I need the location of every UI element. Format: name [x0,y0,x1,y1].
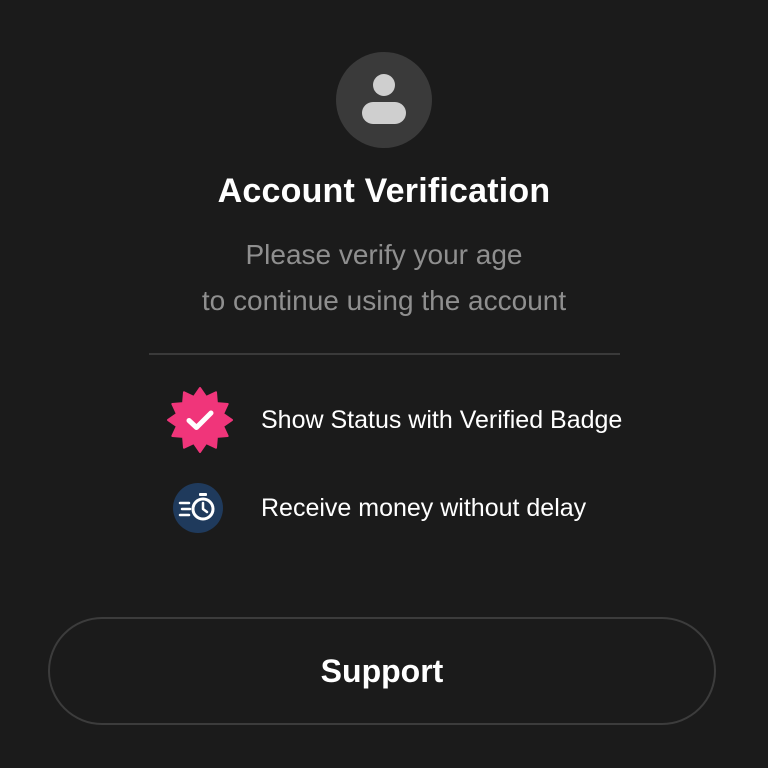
divider [149,353,620,355]
verification-screen: Account Verification Please verify your … [0,0,768,768]
avatar [336,52,432,148]
page-title: Account Verification [217,172,551,210]
support-button[interactable]: Support [48,617,716,725]
subtitle-line-2: to continue using the account [201,285,567,316]
verified-badge-icon [165,385,235,455]
feature-label-receive-money: Receive money without delay [261,494,587,522]
fast-timer-icon [165,473,235,543]
feature-label-verified-badge: Show Status with Verified Badge [261,406,623,434]
subtitle-line-1: Please verify your age [245,239,523,270]
feature-item-receive-money: Receive money without delay [165,473,685,543]
user-silhouette-icon [362,74,406,124]
feature-item-verified-badge: Show Status with Verified Badge [165,385,685,455]
